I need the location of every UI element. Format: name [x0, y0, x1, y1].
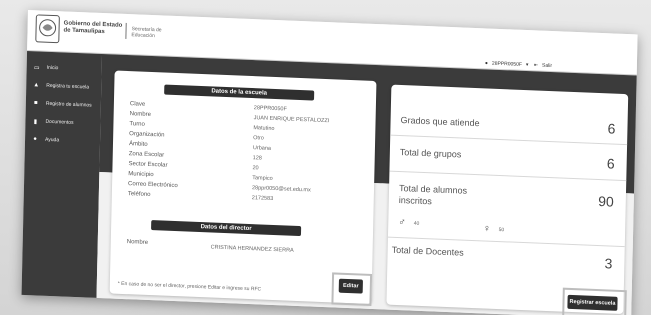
grupos-label: Total de grupos [399, 147, 462, 160]
docentes-label: Total de Docentes [391, 244, 464, 258]
sidebar-item-label: Ayuda [44, 136, 60, 144]
user-icon: ● [484, 60, 489, 67]
folder-icon: ■ [34, 100, 38, 107]
header-divider [125, 22, 127, 39]
grados-value: 6 [607, 120, 616, 137]
help-icon: ● [33, 136, 37, 143]
female-count: ♀ 50 [483, 223, 504, 235]
monitor-icon: ▭ [33, 64, 40, 71]
sidebar-item-label: Registro de alumnos [45, 100, 92, 109]
building-icon: ▲ [33, 82, 40, 89]
grupos-value: 6 [606, 155, 615, 172]
register-school-button[interactable]: Registrar escuela [567, 294, 618, 311]
logout-link[interactable]: Salir [542, 63, 552, 69]
school-label: Nombre [129, 111, 152, 119]
user-name[interactable]: 28PPR0050F [492, 61, 522, 68]
school-label: Clave [129, 101, 146, 108]
stats-divider [389, 170, 627, 182]
male-student-icon: ♂ [398, 217, 406, 229]
school-value: Otro [253, 135, 264, 142]
school-label: Correo Electrónico [128, 181, 178, 190]
alumnos-label-2: inscritos [398, 195, 432, 207]
school-value: 2172583 [251, 195, 274, 202]
sidebar-item-registro-alumnos[interactable]: ■ Registro de alumnos [32, 97, 98, 112]
screenshot-canvas: Gobierno del Estado de Tamaulipas Secret… [0, 0, 651, 315]
male-count-value: 40 [413, 220, 420, 227]
seal-logo [35, 14, 60, 44]
school-value: JUAN ENRIQUE PESTALOZZI [253, 115, 330, 125]
alumnos-value: 90 [598, 193, 614, 210]
school-data-card: Datos de la escuela Clave Nombre Turno O… [109, 70, 377, 306]
sidebar-item-label: Inicio [46, 64, 59, 72]
sidebar-item-documentos[interactable]: ▮ Documentos [31, 115, 97, 130]
school-data-header: Datos de la escuela [164, 84, 315, 101]
alumnos-label: Total de alumnos [398, 183, 468, 196]
female-count-value: 50 [498, 226, 505, 233]
sidebar-item-inicio[interactable]: ▭ Inicio [33, 61, 99, 76]
sidebar-item-label: Registra tu escuela [46, 82, 90, 91]
sidebar-item-ayuda[interactable]: ● Ayuda [31, 133, 97, 148]
school-stats-card: Grados que atiende 6 Total de grupos 6 T… [386, 84, 629, 315]
sidebar: ▭ Inicio ▲ Registra tu escuela ■ Registro d… [21, 50, 103, 298]
grados-label: Grados que atiende [400, 115, 480, 129]
sidebar-item-label: Documentos [45, 118, 74, 126]
edit-button[interactable]: Editar [338, 278, 363, 294]
school-label: Zona Escolar [128, 151, 165, 159]
school-label: Teléfono [127, 191, 151, 199]
school-value: Matutino [253, 125, 275, 132]
logout-icon[interactable]: ⇤ [534, 62, 538, 68]
docentes-value: 3 [604, 255, 613, 272]
school-value: 28ppr0050@set.edu.mx [251, 185, 311, 194]
chevron-down-icon[interactable]: ▾ [526, 62, 529, 68]
app-window: Gobierno del Estado de Tamaulipas Secret… [21, 10, 638, 315]
school-label: Municipio [128, 171, 154, 179]
school-label: Ámbito [128, 141, 148, 148]
school-label: Sector Escolar [128, 161, 168, 169]
school-value: 28PPR0050F [253, 105, 287, 113]
school-value: 128 [252, 155, 262, 162]
school-value: 20 [252, 165, 259, 172]
user-area: ● 28PPR0050F ▾ ⇤ Salir [485, 60, 556, 69]
sidebar-item-registra-escuela[interactable]: ▲ Registra tu escuela [32, 79, 98, 94]
document-icon: ▮ [33, 118, 38, 125]
director-name-value: CRISTINA HERNANDEZ SIERRA [210, 244, 294, 254]
gov-title: Gobierno del Estado de Tamaulipas [63, 20, 123, 36]
school-value: Urbana [252, 145, 272, 152]
school-label: Turno [129, 121, 145, 128]
stats-divider [390, 134, 628, 146]
school-label: Organización [129, 131, 165, 139]
secretaria-title: Secretaría de Educación [131, 26, 162, 40]
director-name-label: Nombre [126, 239, 149, 246]
male-count: ♂ 40 [398, 217, 419, 229]
director-data-header: Datos del director [151, 220, 302, 237]
female-student-icon: ♀ [483, 223, 491, 235]
school-value: Tampico [252, 175, 273, 182]
director-footnote: * En caso de no ser el director, presion… [117, 280, 262, 293]
